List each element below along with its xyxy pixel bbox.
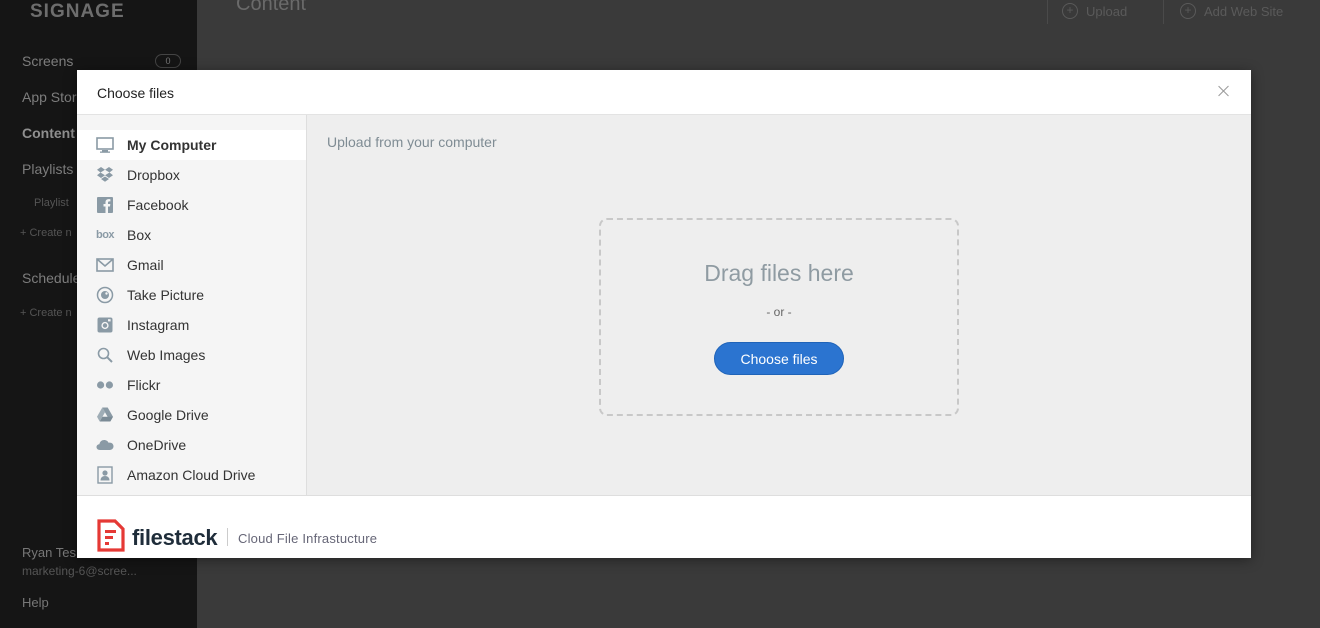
source-label: Take Picture	[127, 287, 205, 303]
file-dropzone[interactable]: Drag files here - or - Choose files	[599, 218, 959, 416]
source-label: Dropbox	[127, 167, 180, 183]
choose-files-button[interactable]: Choose files	[714, 342, 844, 375]
source-label: Amazon Cloud Drive	[127, 467, 256, 483]
source-onedrive[interactable]: OneDrive	[77, 430, 306, 460]
upload-button[interactable]: + Upload	[1062, 3, 1127, 19]
source-label: Facebook	[127, 197, 189, 213]
source-take-picture[interactable]: Take Picture	[77, 280, 306, 310]
upload-label: Upload	[1086, 3, 1128, 19]
filestack-brand-name: filestack	[132, 525, 218, 550]
nav-playlist-item[interactable]: Playlist	[34, 197, 69, 209]
box-icon: box	[95, 229, 115, 241]
facebook-icon	[95, 196, 115, 214]
flickr-icon	[95, 376, 115, 394]
nav-schedules[interactable]: Schedule	[22, 270, 80, 286]
app-logo: SIGNAGE	[30, 1, 125, 22]
source-label: Box	[127, 227, 152, 243]
user-email: marketing-6@scree...	[22, 564, 137, 578]
add-web-site-label: Add Web Site	[1204, 3, 1284, 19]
nav-create-playlist[interactable]: + Create n	[20, 227, 72, 239]
upload-plus-icon: +	[1062, 3, 1078, 19]
or-divider-text: - or -	[766, 305, 792, 319]
nav-help[interactable]: Help	[22, 595, 49, 610]
toolbar-divider	[1163, 0, 1164, 24]
modal-body: My Computer Dropbox Facebook box Box Gma…	[77, 115, 1251, 495]
drag-files-text: Drag files here	[704, 260, 854, 286]
modal-header: Choose files	[77, 70, 1251, 115]
onedrive-icon	[95, 436, 115, 454]
source-instagram[interactable]: Instagram	[77, 310, 306, 340]
filestack-tagline: Cloud File Infrastucture	[238, 531, 378, 546]
source-label: Gmail	[127, 257, 164, 273]
upload-pane: Upload from your computer Drag files her…	[307, 115, 1251, 495]
source-amazon-cloud-drive[interactable]: Amazon Cloud Drive	[77, 460, 306, 490]
source-label: Google Drive	[127, 407, 209, 423]
dropbox-icon	[95, 166, 115, 184]
upload-heading: Upload from your computer	[327, 134, 497, 150]
google-drive-icon	[95, 406, 115, 424]
add-web-site-button[interactable]: + Add Web Site	[1180, 3, 1283, 19]
source-flickr[interactable]: Flickr	[77, 370, 306, 400]
source-gmail[interactable]: Gmail	[77, 250, 306, 280]
filestack-logo-icon	[96, 519, 126, 553]
modal-footer: filestack Cloud File Infrastucture	[77, 495, 1251, 558]
user-name: Ryan Tes	[22, 545, 76, 560]
nav-playlists[interactable]: Playlists	[22, 161, 73, 177]
camera-icon	[95, 286, 115, 304]
nav-content[interactable]: Content	[22, 125, 75, 141]
gmail-icon	[95, 256, 115, 274]
screens-count-badge: 0	[155, 54, 181, 68]
source-label: OneDrive	[127, 437, 187, 453]
instagram-icon	[95, 316, 115, 334]
source-my-computer[interactable]: My Computer	[77, 130, 306, 160]
source-label: My Computer	[127, 137, 217, 153]
toolbar-divider	[1047, 0, 1048, 24]
close-icon[interactable]	[1217, 84, 1231, 98]
source-google-drive[interactable]: Google Drive	[77, 400, 306, 430]
footer-divider	[227, 528, 228, 546]
source-label: Flickr	[127, 377, 161, 393]
file-picker-modal: Choose files My Computer Dropbox Faceboo…	[77, 70, 1251, 558]
nav-create-schedule[interactable]: + Create n	[20, 307, 72, 319]
nav-app-store[interactable]: App Store	[22, 89, 84, 105]
source-list: My Computer Dropbox Facebook box Box Gma…	[77, 115, 307, 495]
page-title: Content	[236, 0, 307, 15]
source-web-images[interactable]: Web Images	[77, 340, 306, 370]
source-facebook[interactable]: Facebook	[77, 190, 306, 220]
search-icon	[95, 346, 115, 364]
source-box[interactable]: box Box	[77, 220, 306, 250]
modal-title: Choose files	[97, 85, 175, 101]
source-dropbox[interactable]: Dropbox	[77, 160, 306, 190]
nav-screens[interactable]: Screens	[22, 53, 73, 69]
amazon-cloud-drive-icon	[95, 466, 115, 484]
source-label: Instagram	[127, 317, 190, 333]
add-web-site-plus-icon: +	[1180, 3, 1196, 19]
monitor-icon	[95, 136, 115, 154]
source-label: Web Images	[127, 347, 206, 363]
